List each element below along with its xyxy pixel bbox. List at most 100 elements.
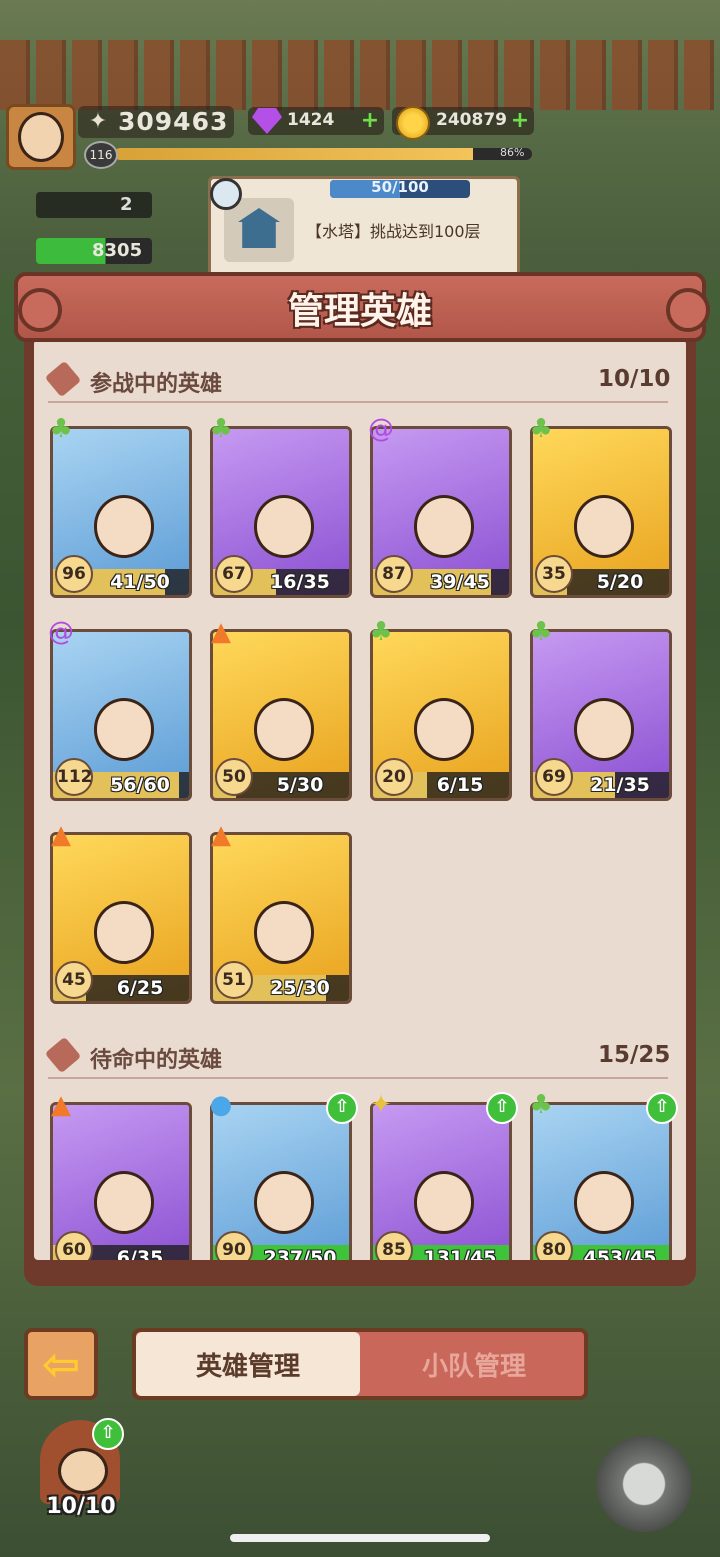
hero-card[interactable]: 87 39/45 [370,426,512,598]
water-icon-glyph: ● [209,1090,233,1120]
light-icon: ✦ [364,1090,398,1122]
gem-count: 1424 [287,110,335,130]
hero-fragments: 6/35 [116,1247,164,1260]
hero-card[interactable]: 60 6/35 [50,1102,192,1260]
hero-level: 96 [55,555,93,593]
hero-fragments: 25/30 [270,977,330,999]
hero-level: 45 [55,961,93,999]
grass-icon: ♣ [524,615,558,649]
xp-bar [114,148,532,160]
arrow-left-icon: ⇦ [41,1337,81,1391]
hero-card[interactable]: 90 237/50 [210,1102,352,1260]
hero-face [573,495,635,558]
grass-icon: ♣ [44,412,78,446]
hero-fragments: 6/15 [436,774,484,796]
vortex-icon-glyph: @ [48,617,74,647]
upgrade-arrow-icon[interactable]: ⇧ [486,1092,518,1124]
quest-progress: 50/100 [371,178,429,196]
hero-fragments: 453/45 [583,1247,657,1260]
hero-fragments: 41/50 [110,571,170,593]
panel-title: 管理英雄 [287,291,432,332]
hero-level: 51 [215,961,253,999]
hero-face [93,698,155,761]
hero-card[interactable]: 112 56/60 [50,629,192,801]
vortex-icon-glyph: @ [368,414,394,444]
hero-level: 50 [215,758,253,796]
tab-squad[interactable]: 小队管理 [362,1346,586,1383]
hero-fragments: 21/35 [590,774,650,796]
hero-card[interactable]: 96 41/50 [50,426,192,598]
vortex-icon: @ [44,615,78,649]
grass-icon-glyph: ♣ [529,414,553,444]
hero-card[interactable]: 35 5/20 [530,426,672,598]
hero-face [93,495,155,558]
power-value: 309463 [118,107,229,136]
fire-icon-glyph: ▲ [51,820,71,850]
background-fence [0,40,720,110]
hero-level: 35 [535,555,573,593]
squad-hero-face [58,1448,108,1494]
joystick-button[interactable] [596,1436,692,1532]
hero-card[interactable]: 20 6/15 [370,629,512,801]
section-divider [48,401,668,403]
hero-fragments: 5/30 [276,774,324,796]
quest-text: 【水塔】挑战达到100层 [306,222,481,241]
fire-icon-glyph: ▲ [211,617,231,647]
hero-face [253,495,315,558]
xp-percent: 86% [500,146,525,159]
fire-icon-glyph: ▲ [51,1090,71,1120]
hero-face [573,698,635,761]
magnifier-icon[interactable] [210,178,242,210]
add-gems-button[interactable]: + [360,110,380,132]
hero-face [93,901,155,964]
upgrade-arrow-icon[interactable]: ⇧ [646,1092,678,1124]
side-stat-b: 8305 [92,240,143,261]
grass-icon: ♣ [524,1090,558,1122]
grass-icon-glyph: ♣ [529,617,553,647]
hero-fragments: 39/45 [430,571,490,593]
water-icon: ● [204,1090,238,1122]
fire-icon: ▲ [44,818,78,852]
side-stat-bar-a [36,192,152,218]
fire-icon: ▲ [204,615,238,649]
coin-count: 240879 [436,110,507,130]
standby-hero-scroll[interactable]: 60 6/35 ▲ 90 237/50 ● ⇧ 85 131/45 ✦ ⇧ 80 453/45 ♣ ⇧ [34,1090,686,1260]
grass-icon-glyph: ♣ [49,414,73,444]
fire-icon: ▲ [44,1090,78,1122]
hero-card[interactable]: 85 131/45 [370,1102,512,1260]
side-stat-a: 2 [120,194,133,215]
hero-fragments: 6/25 [116,977,164,999]
light-icon-glyph: ✦ [370,1090,392,1120]
squad-hero-count: 10/10 [46,1494,116,1519]
coin-icon [396,106,430,140]
hero-card[interactable]: 69 21/35 [530,629,672,801]
standby-section-title: 待命中的英雄 [90,1048,223,1073]
hero-card[interactable]: 45 6/25 [50,832,192,1004]
upgrade-arrow-icon[interactable]: ⇧ [326,1092,358,1124]
hero-fragments: 56/60 [110,774,170,796]
vortex-icon: @ [364,412,398,446]
hero-card[interactable]: 67 16/35 [210,426,352,598]
hero-face [253,698,315,761]
active-section-count: 10/10 [598,366,671,392]
hero-face [253,1171,315,1234]
grass-icon-glyph: ♣ [209,414,233,444]
grass-icon: ♣ [364,615,398,649]
hero-card[interactable]: 50 5/30 [210,629,352,801]
hero-card[interactable]: 80 453/45 [530,1102,672,1260]
xp-bar-fill [114,148,474,160]
hero-face [253,901,315,964]
hero-card[interactable]: 51 25/30 [210,832,352,1004]
power-icon: ✦ [88,109,108,134]
active-section-title: 参战中的英雄 [90,372,223,397]
add-coins-button[interactable]: + [510,110,530,132]
grass-icon-glyph: ♣ [369,617,393,647]
fire-icon-glyph: ▲ [211,820,231,850]
hero-level: 67 [215,555,253,593]
home-indicator[interactable] [230,1534,490,1542]
hero-level: 20 [375,758,413,796]
section-divider [48,1077,668,1079]
grass-icon-glyph: ♣ [529,1090,553,1120]
hero-fragments: 237/50 [263,1247,337,1260]
hero-face [413,1171,475,1234]
